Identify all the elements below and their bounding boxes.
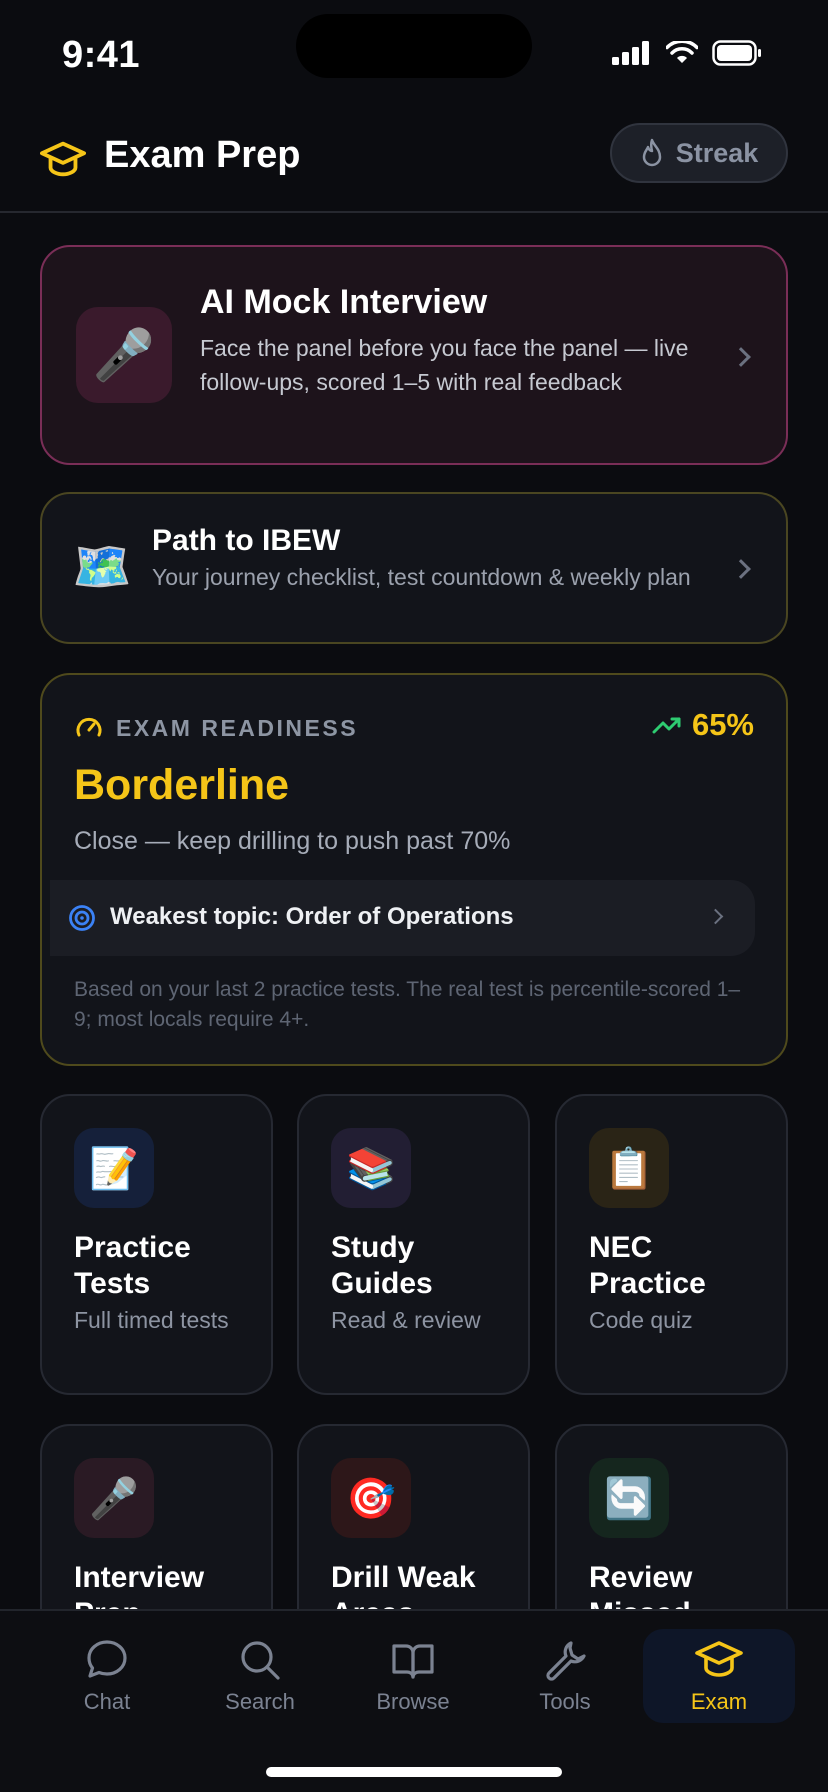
status-icons bbox=[612, 40, 762, 66]
readiness-subtitle: Close — keep drilling to push past 70% bbox=[74, 827, 511, 855]
readiness-note: Based on your last 2 practice tests. The… bbox=[74, 978, 741, 1031]
tab-chat[interactable]: Chat bbox=[31, 1629, 183, 1723]
tab-exam[interactable]: Exam bbox=[643, 1629, 795, 1723]
target-icon bbox=[69, 905, 95, 931]
tab-label: Exam bbox=[690, 1689, 748, 1714]
ai-mock-interview-card[interactable]: 🎤 AI Mock Interview Face the panel befor… bbox=[40, 245, 788, 465]
flame-icon bbox=[642, 138, 661, 167]
wrench-icon bbox=[546, 1641, 586, 1681]
clipboard-icon: 📋 bbox=[589, 1128, 669, 1208]
dynamic-island bbox=[296, 14, 532, 78]
tile-title: Study Guides bbox=[331, 1231, 433, 1300]
study-guides-tile[interactable]: 📚 Study Guides Read & review bbox=[297, 1094, 530, 1395]
cellular-signal-icon bbox=[612, 41, 649, 65]
tab-browse[interactable]: Browse bbox=[337, 1629, 489, 1723]
tab-label: Browse bbox=[376, 1689, 450, 1714]
path-description: Your journey checklist, test countdown &… bbox=[152, 564, 691, 590]
weakest-topic-label: Weakest topic: Order of Operations bbox=[110, 903, 514, 930]
tile-title: Practice Tests bbox=[74, 1231, 191, 1300]
readiness-score: 65% bbox=[652, 707, 754, 743]
gauge-icon bbox=[76, 717, 102, 737]
repeat-icon: 🔄 bbox=[589, 1458, 669, 1538]
tab-tools[interactable]: Tools bbox=[489, 1629, 641, 1723]
readiness-status: Borderline bbox=[74, 761, 290, 809]
status-time: 9:41 bbox=[62, 34, 141, 76]
tile-title: NEC Practice bbox=[589, 1231, 706, 1300]
streak-label: Streak bbox=[675, 137, 759, 168]
tab-label: Search bbox=[225, 1689, 295, 1714]
status-bar: 9:41 bbox=[0, 0, 828, 110]
screen: 9:41 Exam Prep Streak 🎤 AI Mock Intervie… bbox=[0, 0, 828, 1792]
tab-label: Chat bbox=[83, 1689, 131, 1714]
readiness-label: EXAM READINESS bbox=[116, 714, 359, 741]
tab-bar: Chat Search Browse Tools Exam bbox=[0, 1609, 828, 1792]
streak-button[interactable]: Streak bbox=[610, 123, 788, 183]
readiness-percent: 65% bbox=[691, 707, 754, 742]
app-header: Exam Prep Streak bbox=[0, 110, 828, 213]
wifi-icon bbox=[666, 41, 698, 63]
map-icon: 🗺️ bbox=[72, 541, 132, 594]
mock-interview-title: AI Mock Interview bbox=[200, 283, 488, 321]
tile-subtitle: Read & review bbox=[331, 1307, 481, 1333]
chevron-right-icon bbox=[731, 559, 751, 579]
page-title: Exam Prep bbox=[104, 134, 301, 176]
chevron-right-icon bbox=[731, 347, 751, 367]
path-to-ibew-card[interactable]: 🗺️ Path to IBEW Your journey checklist, … bbox=[40, 492, 788, 644]
path-title: Path to IBEW bbox=[152, 524, 341, 557]
tile-subtitle: Code quiz bbox=[589, 1307, 693, 1333]
exam-readiness-card: EXAM READINESS 65% Borderline Close — ke… bbox=[40, 673, 788, 1066]
weakest-topic-row[interactable]: Weakest topic: Order of Operations bbox=[50, 880, 755, 956]
memo-icon: 📝 bbox=[74, 1128, 154, 1208]
mock-interview-description: Face the panel before you face the panel… bbox=[200, 335, 689, 395]
trending-up-icon bbox=[652, 717, 681, 734]
microphone-icon: 🎤 bbox=[74, 1458, 154, 1538]
dart-target-icon: 🎯 bbox=[331, 1458, 411, 1538]
readiness-label-row: EXAM READINESS bbox=[74, 713, 358, 743]
microphone-icon: 🎤 bbox=[76, 307, 172, 403]
tile-subtitle: Full timed tests bbox=[74, 1307, 229, 1333]
home-indicator[interactable] bbox=[266, 1767, 562, 1777]
book-open-icon bbox=[392, 1644, 434, 1679]
battery-icon bbox=[712, 40, 761, 66]
nec-practice-tile[interactable]: 📋 NEC Practice Code quiz bbox=[555, 1094, 788, 1395]
chat-bubble-icon bbox=[87, 1640, 127, 1678]
books-icon: 📚 bbox=[331, 1128, 411, 1208]
graduation-cap-icon bbox=[40, 141, 86, 177]
graduation-cap-icon bbox=[695, 1641, 743, 1677]
practice-tests-tile[interactable]: 📝 Practice Tests Full timed tests bbox=[40, 1094, 273, 1395]
tab-label: Tools bbox=[539, 1689, 591, 1714]
tab-search[interactable]: Search bbox=[184, 1629, 336, 1723]
chevron-right-icon bbox=[707, 908, 724, 925]
search-icon bbox=[241, 1641, 280, 1680]
